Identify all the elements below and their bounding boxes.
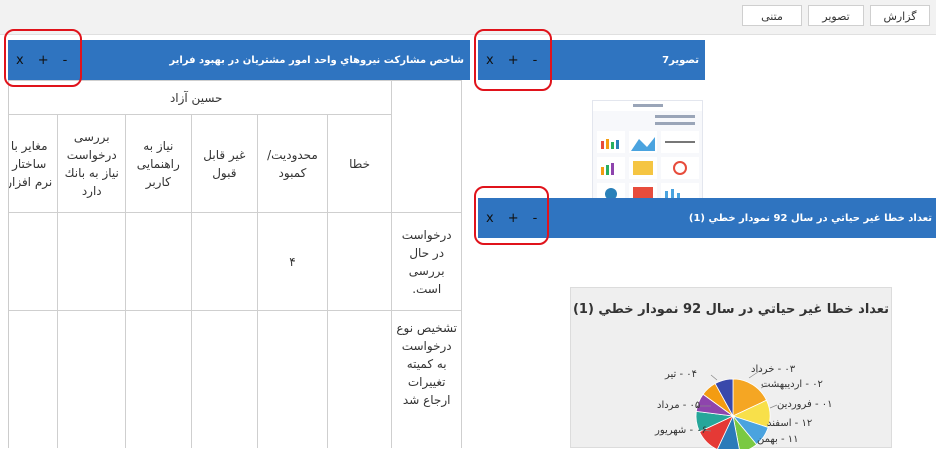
table-cell (57, 310, 127, 448)
slice-label: ۱۲ - اسفند (767, 418, 813, 429)
leader-line (710, 374, 718, 381)
col-header: مغایر با ساختار نرم افزار (9, 114, 59, 213)
report-tab-button[interactable]: گزارش (870, 5, 930, 26)
slice-label: ۰۵ - مرداد (657, 400, 701, 411)
data-table: حسین آزاد مغایر با ساختار نرم افزار بررس… (9, 80, 462, 448)
pie-chart (695, 369, 778, 449)
corner-cell (391, 80, 462, 213)
table-row: ۴ درخواست در حال بررسی است. (9, 212, 462, 311)
text-tab-button[interactable]: متنی (742, 5, 802, 26)
table-cell (125, 310, 192, 448)
table-cell (9, 212, 59, 311)
chart-panel-title: تعداد خطا غیر حیاتي در سال 92 نمودار خطي… (688, 212, 932, 224)
col-header: خطا (326, 114, 393, 213)
col-header: محدودیت/ کمبود (257, 114, 328, 213)
table-cell: ۴ (257, 212, 328, 311)
slice-label: ۰۱ - فروردین (777, 399, 833, 410)
table-cell (190, 310, 259, 448)
slice-label: ۰۲ - اردیبهشت (761, 379, 823, 390)
data-table-container: حسین آزاد مغایر با ساختار نرم افزار بررس… (8, 80, 471, 448)
row-label: درخواست در حال بررسی است. (391, 212, 462, 311)
highlight-box (4, 29, 82, 87)
table-cell (326, 212, 393, 311)
table-row: تشخیص نوع درخواست به کمیته تغییرات ارجاع… (9, 310, 462, 448)
highlight-box (474, 29, 552, 91)
main-panel-title: شاخص مشارکت نیروهاي واحد امور مشتریان در… (169, 54, 464, 66)
slice-label: ۰۶ - شهریور (655, 425, 707, 436)
table-cell (9, 310, 59, 448)
row-label: تشخیص نوع درخواست به کمیته تغییرات ارجاع… (391, 310, 462, 448)
col-header: بررسی درخواست نیاز به بانك دارد (57, 114, 127, 213)
table-cell (326, 310, 393, 448)
table-cell (190, 212, 259, 311)
highlight-box (474, 186, 549, 245)
top-toolbar: گزارش تصویر متنی (0, 0, 936, 35)
table-cell (57, 212, 127, 311)
col-header: غیر قابل قبول (190, 114, 259, 213)
col-header: نیاز به راهنمایی کاربر (125, 114, 192, 213)
table-cell (257, 310, 328, 448)
image-tab-button[interactable]: تصویر (808, 5, 864, 26)
image-panel-title: تصویر7 (662, 54, 699, 66)
slice-label: ۰۴ - تیر (665, 369, 698, 380)
table-cell (125, 212, 192, 311)
pie-chart-card: تعداد خطا غیر حیاتي در سال 92 نمودار خطي… (570, 287, 892, 449)
slice-label: ۱۱ - بهمن (757, 434, 799, 445)
slice-label: ۰۳ - خرداد (751, 364, 796, 375)
leader-line (769, 404, 778, 409)
